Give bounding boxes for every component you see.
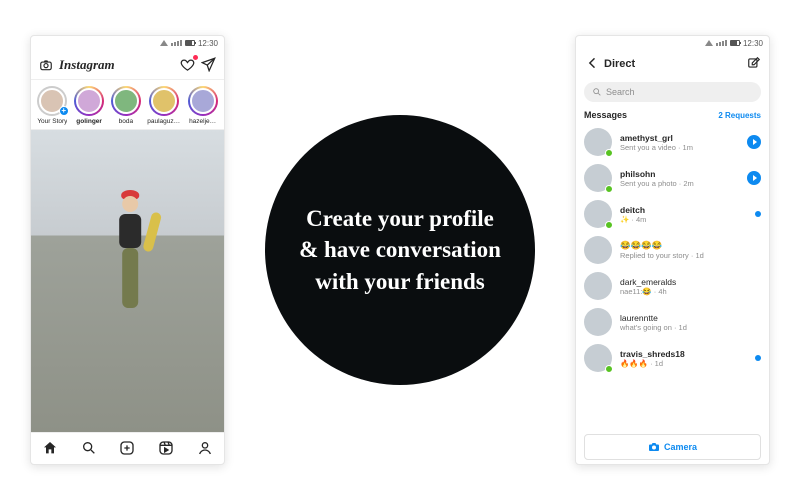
msg-preview: what's going on · 1d <box>620 323 761 332</box>
msg-preview: nae11:😂 · 4h <box>620 287 761 296</box>
feed-header: Instagram <box>31 50 224 80</box>
story-item[interactable]: golinger <box>74 86 105 125</box>
msg-name: 😂😂😂😂 <box>620 240 761 251</box>
status-bar: 12:30 <box>31 36 224 50</box>
presence-dot <box>605 185 613 193</box>
direct-icon[interactable] <box>201 57 216 72</box>
presence-dot <box>605 149 613 157</box>
avatar <box>584 344 612 372</box>
camera-label: Camera <box>664 442 697 452</box>
avatar <box>584 200 612 228</box>
msg-name: amethyst_grl <box>620 133 739 143</box>
avatar <box>584 164 612 192</box>
battery-icon <box>730 40 740 46</box>
feed-post-image[interactable] <box>31 130 224 432</box>
unread-indicator <box>755 355 761 361</box>
person-figure <box>119 190 141 308</box>
signal-icon <box>716 40 727 46</box>
battery-icon <box>185 40 195 46</box>
requests-link[interactable]: 2 Requests <box>718 111 761 120</box>
bottom-nav <box>31 432 224 464</box>
wifi-icon <box>705 40 713 46</box>
search-input[interactable]: Search <box>584 82 761 102</box>
message-row[interactable]: dark_emeraldsnae11:😂 · 4h <box>576 268 769 304</box>
story-item[interactable]: paulaguzm… <box>147 86 181 125</box>
play-icon[interactable] <box>747 135 761 149</box>
direct-title: Direct <box>604 58 741 70</box>
story-item[interactable]: hazelje… <box>187 86 218 125</box>
message-list[interactable]: amethyst_grlSent you a video · 1m philso… <box>576 124 769 432</box>
camera-icon <box>648 441 660 453</box>
stories-tray[interactable]: + Your Story golinger boda paulaguzm… ha… <box>31 80 224 130</box>
clock: 12:30 <box>198 39 218 48</box>
hero-text: Create your profile & have conversation … <box>299 203 501 296</box>
section-title: Messages <box>584 110 627 120</box>
search-icon <box>592 87 602 97</box>
msg-name: laurenntte <box>620 313 761 323</box>
clock: 12:30 <box>743 39 763 48</box>
hero-tagline: Create your profile & have conversation … <box>265 115 535 385</box>
msg-preview: Sent you a video · 1m <box>620 143 739 152</box>
msg-name: deitch <box>620 205 747 215</box>
message-row[interactable]: amethyst_grlSent you a video · 1m <box>576 124 769 160</box>
activity-icon[interactable] <box>180 57 195 72</box>
camera-button[interactable]: Camera <box>584 434 761 460</box>
message-row[interactable]: 😂😂😂😂Replied to your story · 1d <box>576 232 769 268</box>
msg-preview: Replied to your story · 1d <box>620 251 761 260</box>
message-row[interactable]: laurennttewhat's going on · 1d <box>576 304 769 340</box>
reels-icon[interactable] <box>158 440 174 458</box>
home-icon[interactable] <box>42 440 58 458</box>
story-label: hazelje… <box>189 118 216 125</box>
new-post-icon[interactable] <box>119 440 135 458</box>
search-icon[interactable] <box>81 440 97 458</box>
presence-dot <box>605 365 613 373</box>
story-your-story[interactable]: + Your Story <box>37 86 68 125</box>
profile-icon[interactable] <box>197 440 213 458</box>
avatar <box>584 272 612 300</box>
phone-feed: 12:30 Instagram + Your Story golinger bo… <box>30 35 225 465</box>
direct-header: Direct <box>576 50 769 78</box>
avatar <box>584 236 612 264</box>
signal-icon <box>171 40 182 46</box>
story-label: Your Story <box>37 118 67 125</box>
wifi-icon <box>160 40 168 46</box>
compose-icon[interactable] <box>747 56 761 72</box>
msg-preview: 🔥🔥🔥 · 1d <box>620 359 747 368</box>
msg-name: dark_emeralds <box>620 277 761 287</box>
status-bar: 12:30 <box>576 36 769 50</box>
msg-name: philsohn <box>620 169 739 179</box>
messages-section-header: Messages 2 Requests <box>576 106 769 124</box>
avatar <box>584 308 612 336</box>
message-row[interactable]: travis_shreds18🔥🔥🔥 · 1d <box>576 340 769 376</box>
presence-dot <box>605 221 613 229</box>
story-item[interactable]: boda <box>111 86 142 125</box>
msg-name: travis_shreds18 <box>620 349 747 359</box>
story-label: paulaguzm… <box>147 118 181 125</box>
msg-preview: Sent you a photo · 2m <box>620 179 739 188</box>
add-story-icon[interactable]: + <box>59 106 69 116</box>
story-label: golinger <box>76 118 102 125</box>
story-label: boda <box>119 118 133 125</box>
message-row[interactable]: philsohnSent you a photo · 2m <box>576 160 769 196</box>
brand-logo: Instagram <box>59 57 174 73</box>
back-icon[interactable] <box>584 56 598 72</box>
search-placeholder: Search <box>606 87 635 97</box>
play-icon[interactable] <box>747 171 761 185</box>
avatar <box>584 128 612 156</box>
camera-icon[interactable] <box>39 58 53 72</box>
message-row[interactable]: deitch✨ · 4m <box>576 196 769 232</box>
msg-preview: ✨ · 4m <box>620 215 747 224</box>
phone-direct: 12:30 Direct Search Messages 2 Requests … <box>575 35 770 465</box>
unread-indicator <box>755 211 761 217</box>
